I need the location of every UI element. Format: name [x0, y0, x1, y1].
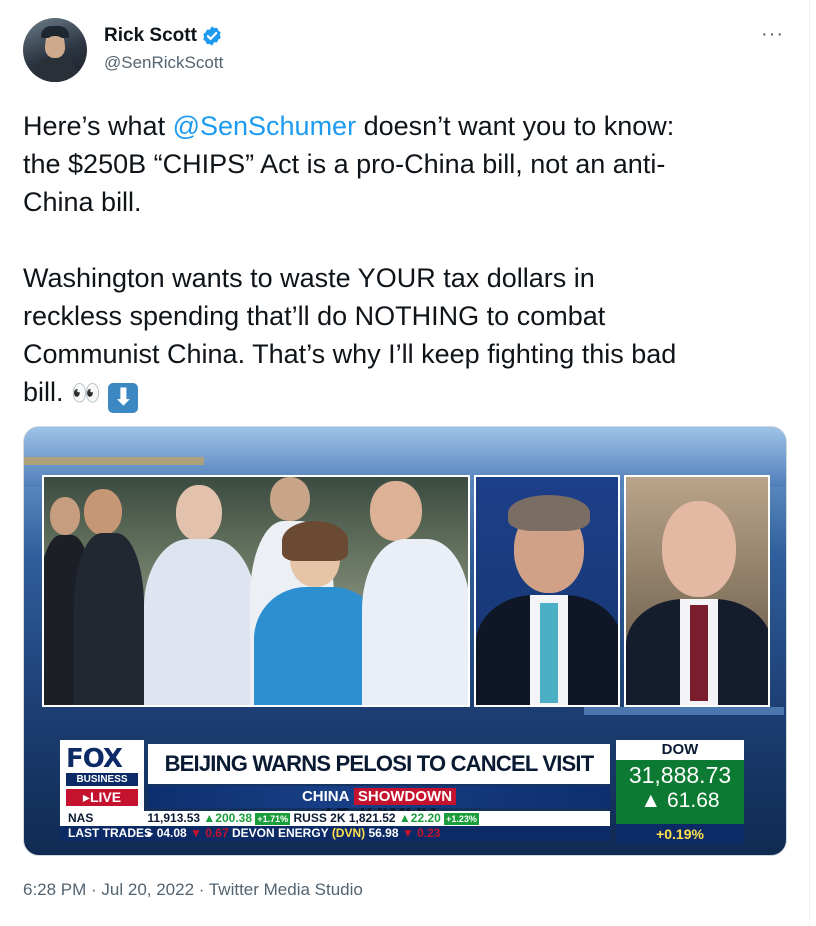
dow-title: DOW	[616, 740, 744, 760]
tweet-line-7: bill. 👀 ⬇	[23, 373, 793, 413]
tweet-text-segment: Here’s what	[23, 111, 173, 141]
author-name[interactable]: Rick Scott	[104, 25, 197, 47]
ticker-change: ▼ 0.23	[401, 826, 441, 840]
fox-logo-text: FOX	[66, 744, 123, 774]
guest-face	[662, 501, 736, 597]
mention-link[interactable]: @SenSchumer	[173, 111, 357, 141]
ticker-russ-value: 1,821.52	[348, 811, 396, 825]
dow-change: ▲ 61.68	[640, 789, 720, 812]
tweet-text-segment: bill.	[23, 377, 64, 407]
dow-pct: +0.19%	[616, 824, 744, 844]
video-panel-guest	[624, 475, 770, 707]
ticker-russ-change: ▲22.20	[398, 811, 441, 825]
business-logo-text: BUSINESS	[66, 773, 138, 786]
dow-value: 31,888.73	[628, 762, 732, 788]
author-handle[interactable]: @SenRickScott	[104, 53, 223, 73]
eyes-emoji-icon: 👀	[71, 380, 101, 407]
tweet-line-2: the $250B “CHIPS” Act is a pro-China bil…	[23, 149, 666, 179]
author-name-row[interactable]: Rick Scott	[104, 25, 223, 47]
avatar-face	[45, 36, 65, 58]
ticker-nas-change: ▲200.38	[203, 811, 253, 825]
video-panel-anchor	[474, 475, 620, 707]
ticker-nas-pct: +1.71%	[255, 813, 291, 825]
video-panel-photo	[42, 475, 470, 707]
ticker-row-trades: LAST TRADES ▸ 04.08 ▼ 0.67 DEVON ENERGY …	[60, 826, 610, 841]
guest-tie	[690, 605, 708, 701]
dow-box: DOW 31,888.73 ▲ 61.68 +0.19%	[616, 740, 744, 844]
tweet-line-1: Here’s what @SenSchumer doesn’t want you…	[23, 107, 793, 145]
ticker-russ-label: RUSS 2K	[293, 811, 346, 825]
tweet-media-video[interactable]: FOX BUSINESS ▸LIVE BEIJING WARNS PELOSI …	[23, 426, 787, 856]
chyron-subhead: CHINA SHOWDOWN	[148, 786, 610, 808]
anchor-tie	[540, 603, 558, 703]
ticker-last-trades-label: LAST TRADES	[68, 826, 152, 840]
studio-light	[24, 457, 204, 465]
column-border	[809, 0, 810, 926]
ticker-symbol: (DVN)	[331, 826, 366, 840]
ticker-price: 56.98	[368, 826, 399, 840]
ticker-nas-value: 11,913.53	[147, 811, 201, 825]
author-avatar[interactable]	[23, 18, 87, 82]
tweet-text-segment: doesn’t want you to know:	[356, 111, 675, 141]
subhead-china: CHINA	[301, 788, 350, 805]
ticker-russ-pct: +1.23%	[444, 813, 479, 825]
tweet-line-3: China bill.	[23, 187, 142, 217]
more-options-icon[interactable]: ···	[761, 24, 784, 44]
tweet-line-5: reckless spending that’ll do NOTHING to …	[23, 301, 606, 331]
subhead-showdown: SHOWDOWN	[353, 788, 457, 805]
ticker-value: ▸ 04.08	[147, 826, 187, 840]
down-arrow-emoji-icon: ⬇	[108, 383, 139, 413]
news-chyron: FOX BUSINESS ▸LIVE BEIJING WARNS PELOSI …	[60, 740, 772, 844]
tweet-line-6: Communist China. That’s why I’ll keep fi…	[23, 339, 677, 369]
ticker-row-indices: NAS 11,913.53 ▲200.38 +1.71% RUSS 2K 1,8…	[60, 811, 610, 826]
live-badge: ▸LIVE	[66, 789, 138, 806]
tweet-line-4: Washington wants to waste YOUR tax dolla…	[23, 263, 595, 293]
anchor-hair	[508, 495, 590, 531]
ticker-nas-label: NAS	[68, 811, 94, 825]
tweet-text: Here’s what @SenSchumer doesn’t want you…	[23, 107, 793, 413]
studio-light	[584, 707, 784, 715]
tweet-timestamp[interactable]: 6:28 PM · Jul 20, 2022 · Twitter Media S…	[23, 880, 363, 900]
chyron-headline: BEIJING WARNS PELOSI TO CANCEL VISIT TO …	[148, 744, 610, 816]
ticker-company: DEVON ENERGY	[232, 826, 329, 840]
verified-badge-icon	[203, 26, 221, 46]
avatar-body	[31, 58, 79, 82]
ticker-change: ▼ 0.67	[190, 826, 229, 840]
